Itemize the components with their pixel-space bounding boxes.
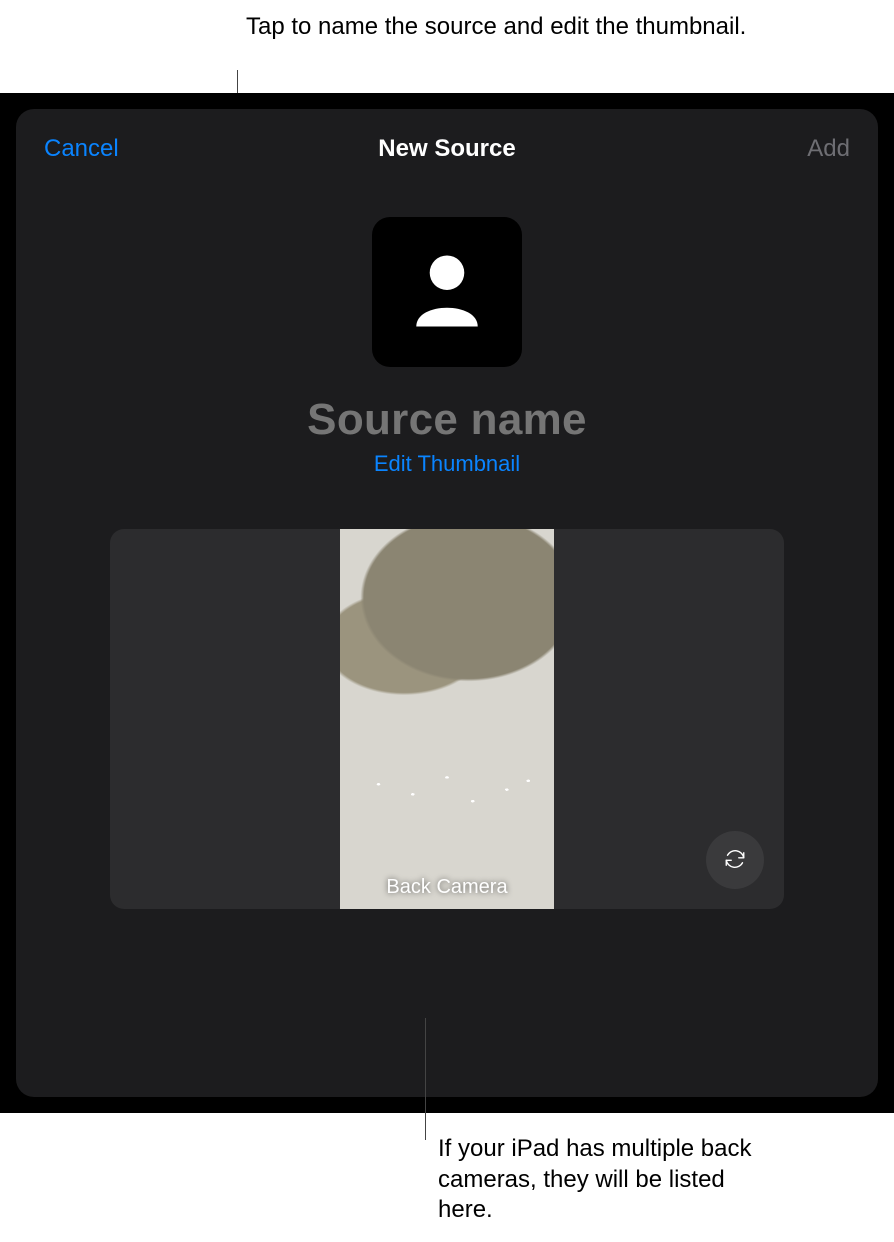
person-placeholder-icon <box>399 242 495 343</box>
camera-preview-card: Back Camera <box>110 529 784 909</box>
camera-flip-icon <box>720 844 750 877</box>
modal-navbar: Cancel New Source Add <box>16 109 878 189</box>
edit-thumbnail-button[interactable]: Edit Thumbnail <box>374 451 520 477</box>
thumbnail-preview[interactable] <box>372 217 522 367</box>
source-name-input[interactable] <box>151 395 743 445</box>
callout-bottom: If your iPad has multiple back cameras, … <box>438 1134 768 1226</box>
cancel-button[interactable]: Cancel <box>44 135 119 163</box>
new-source-modal: Cancel New Source Add Edit Thumbnail Bac… <box>16 109 878 1097</box>
device-background: Cancel New Source Add Edit Thumbnail Bac… <box>0 93 894 1113</box>
camera-preview-image <box>340 529 554 909</box>
add-button[interactable]: Add <box>807 135 850 163</box>
camera-preview-label: Back Camera <box>386 876 507 899</box>
callout-leader-line <box>425 1018 426 1140</box>
callout-top: Tap to name the source and edit the thum… <box>246 12 746 43</box>
modal-title: New Source <box>378 135 515 163</box>
flip-camera-button[interactable] <box>706 831 764 889</box>
